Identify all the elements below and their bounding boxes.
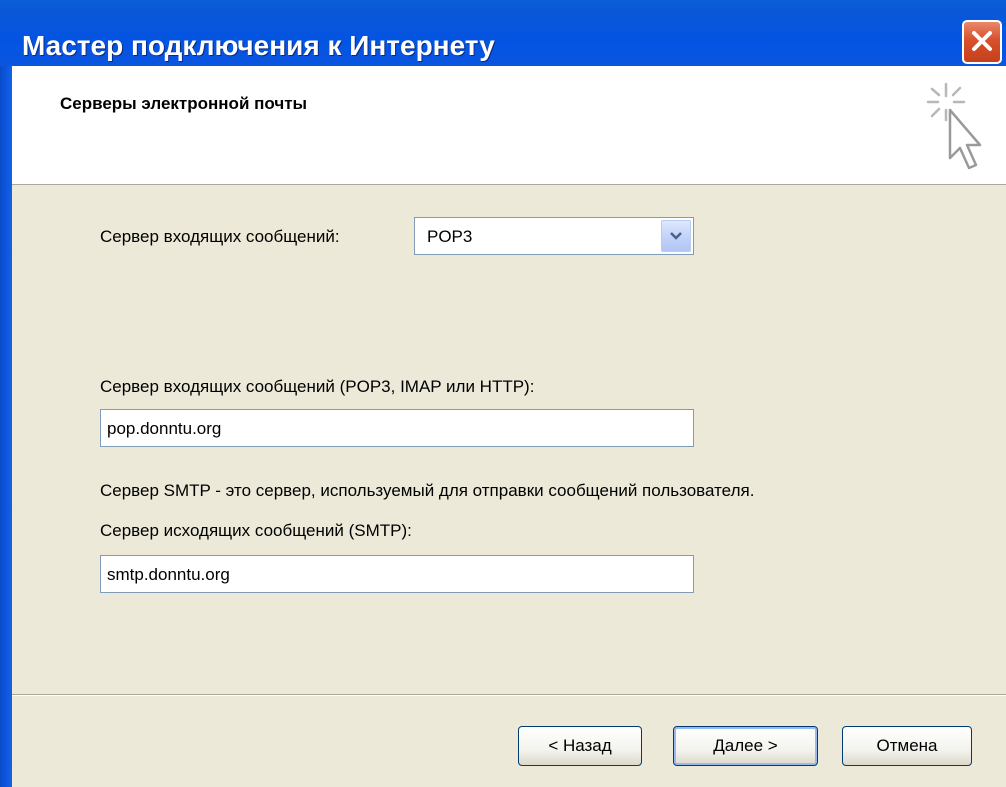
page-title: Серверы электронной почты	[60, 94, 308, 113]
cancel-button[interactable]: Отмена	[842, 726, 972, 766]
cursor-sparkle-icon	[920, 80, 992, 185]
window-title: Мастер подключения к Интернету	[22, 30, 495, 61]
dropdown-button[interactable]	[661, 220, 691, 252]
incoming-server-type-value: POP3	[427, 227, 473, 246]
window-left-border	[0, 66, 12, 787]
outgoing-server-label: Сервер исходящих сообщений (SMTP):	[100, 521, 412, 540]
wizard-header: Серверы электронной почты	[12, 66, 1006, 185]
incoming-type-label: Сервер входящих сообщений:	[100, 227, 340, 246]
wizard-window: Мастер подключения к Интернету Серверы э…	[0, 0, 1006, 787]
outgoing-server-field[interactable]: smtp.donntu.org	[100, 555, 694, 593]
smtp-info-text: Сервер SMTP - это сервер, используемый д…	[100, 481, 755, 500]
incoming-server-field[interactable]: pop.donntu.org	[100, 409, 694, 447]
footer-separator	[12, 694, 1006, 696]
incoming-server-type-select[interactable]: POP3	[414, 217, 694, 255]
back-button[interactable]: < Назад	[518, 726, 642, 766]
incoming-server-value: pop.donntu.org	[107, 419, 222, 438]
next-button[interactable]: Далее >	[673, 726, 818, 766]
wizard-content: Сервер входящих сообщений: POP3 Сервер в…	[12, 185, 1006, 787]
outgoing-server-value: smtp.donntu.org	[107, 565, 230, 584]
close-button[interactable]	[962, 20, 1002, 64]
incoming-server-label: Сервер входящих сообщений (POP3, IMAP ил…	[100, 377, 535, 396]
